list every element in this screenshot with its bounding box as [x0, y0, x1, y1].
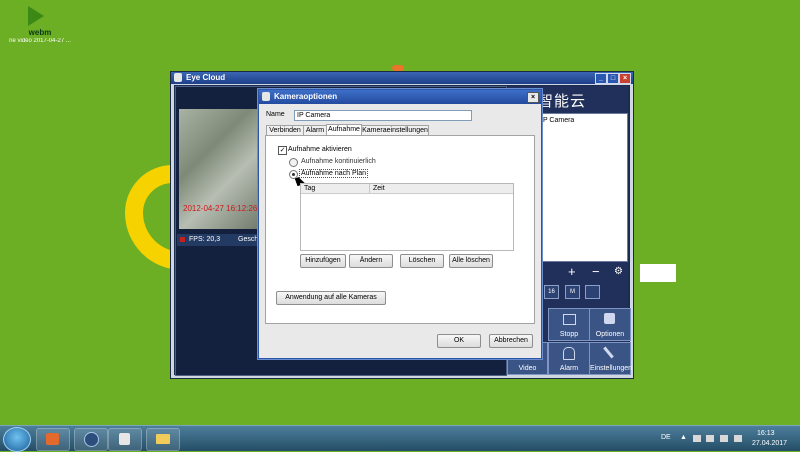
- radio-selected-dot: [292, 173, 295, 176]
- schedule-table-header: Tag Zeit: [301, 184, 513, 194]
- eyecloud-title: Eye Cloud: [186, 73, 226, 82]
- play-icon: [28, 6, 44, 26]
- schedule-label: Aufnahme nach Plan: [299, 169, 368, 178]
- apply-all-cameras-button[interactable]: Anwendung auf alle Kameras: [276, 291, 386, 305]
- video-timestamp: 2012-04-27 16:12:26: [183, 204, 258, 213]
- column-zeit[interactable]: Zeit: [373, 185, 385, 192]
- close-button[interactable]: ×: [619, 73, 631, 84]
- einstellungen-button[interactable]: Einstellungen: [589, 342, 633, 375]
- clock-time[interactable]: 16:13: [757, 430, 775, 437]
- alarm-button[interactable]: Alarm: [548, 342, 590, 375]
- schedule-table[interactable]: Tag Zeit: [300, 183, 514, 251]
- media-icon: [46, 433, 59, 445]
- options-icon: [604, 313, 615, 324]
- fps-label: FPS: 20,3: [189, 236, 221, 243]
- layout-16-button[interactable]: 16: [544, 285, 559, 299]
- desktop-webm-icon[interactable]: webm ne video 2017-04-27 ...: [0, 2, 80, 46]
- background-logo-bar: [640, 264, 676, 282]
- edit-schedule-button[interactable]: Ändern: [349, 254, 393, 268]
- layout-m-button[interactable]: M: [565, 285, 580, 299]
- enable-recording-checkbox[interactable]: ✓: [278, 146, 287, 155]
- name-label: Name: [266, 111, 285, 118]
- tray-network-icon[interactable]: [706, 435, 714, 442]
- gear-icon[interactable]: ⚙: [614, 266, 623, 277]
- column-divider: [369, 184, 370, 193]
- desktop-icon-filename: ne video 2017-04-27 ...: [9, 38, 71, 44]
- video-label: Video: [518, 365, 537, 372]
- stopp-label: Stopp: [559, 331, 579, 338]
- alarm-label: Alarm: [559, 365, 579, 372]
- enable-recording-label: Aufnahme aktivieren: [288, 146, 352, 153]
- language-indicator[interactable]: DE: [661, 434, 671, 441]
- remove-camera-button[interactable]: −: [592, 264, 600, 279]
- taskbar-app-eyecloud[interactable]: [108, 428, 142, 451]
- tray-expand-icon[interactable]: ▲: [680, 434, 687, 441]
- fullscreen-button[interactable]: [585, 285, 600, 299]
- tray-battery-icon[interactable]: [734, 435, 742, 442]
- tray-flag-icon[interactable]: [693, 435, 701, 442]
- taskbar: DE ▲ 16:13 27.04.2017: [0, 425, 800, 452]
- taskbar-app-2[interactable]: [74, 428, 108, 451]
- aufnahme-tab-pane: ✓ Aufnahme aktivieren Aufnahme kontinuie…: [265, 135, 535, 324]
- eyecloud-app-icon: [174, 73, 182, 82]
- einstellungen-label: Einstellungen: [590, 365, 633, 372]
- continuous-label: Aufnahme kontinuierlich: [301, 158, 376, 165]
- folder-icon: [156, 434, 170, 444]
- eyecloud-taskbar-icon: [119, 433, 130, 445]
- camera-list[interactable]: IP Camera: [536, 113, 628, 262]
- start-button[interactable]: [3, 427, 31, 452]
- add-schedule-button[interactable]: Hinzufügen: [300, 254, 346, 268]
- stop-icon: [563, 314, 576, 325]
- optionen-label: Optionen: [595, 331, 625, 338]
- delete-all-button[interactable]: Alle löschen: [449, 254, 493, 268]
- brand-text: 智能云: [538, 92, 587, 110]
- eyecloud-titlebar[interactable]: Eye Cloud _ □ ×: [171, 72, 633, 84]
- desktop-icon-label: webm: [28, 28, 52, 37]
- minimize-button[interactable]: _: [595, 73, 607, 84]
- taskbar-app-explorer[interactable]: [146, 428, 180, 451]
- kameraoptionen-dialog: Kameraoptionen × Name IP Camera Verbinde…: [258, 89, 542, 359]
- tray-volume-icon[interactable]: [720, 435, 728, 442]
- stopp-button[interactable]: Stopp: [548, 308, 590, 341]
- recording-indicator: [180, 237, 185, 242]
- continuous-radio[interactable]: [289, 158, 298, 167]
- dialog-app-icon: [262, 92, 270, 101]
- add-camera-button[interactable]: +: [568, 264, 576, 279]
- dialog-title: Kameraoptionen: [274, 92, 338, 101]
- taskbar-app-1[interactable]: [36, 428, 70, 451]
- camera-video-feed[interactable]: 2012-04-27 16:12:26: [179, 109, 263, 229]
- dialog-titlebar[interactable]: Kameraoptionen ×: [259, 90, 541, 104]
- bell-icon: [563, 347, 575, 360]
- camera-name-input[interactable]: IP Camera: [294, 110, 472, 121]
- disc-icon: [84, 432, 99, 447]
- maximize-button[interactable]: □: [607, 73, 619, 84]
- wrench-icon: [603, 346, 614, 359]
- dialog-close-button[interactable]: ×: [527, 92, 539, 103]
- ok-button[interactable]: OK: [437, 334, 481, 348]
- delete-schedule-button[interactable]: Löschen: [400, 254, 444, 268]
- clock-date[interactable]: 27.04.2017: [752, 440, 787, 447]
- cancel-button[interactable]: Abbrechen: [489, 334, 533, 348]
- optionen-button[interactable]: Optionen: [589, 308, 631, 341]
- camera-list-item[interactable]: IP Camera: [541, 117, 574, 124]
- column-tag[interactable]: Tag: [304, 185, 315, 192]
